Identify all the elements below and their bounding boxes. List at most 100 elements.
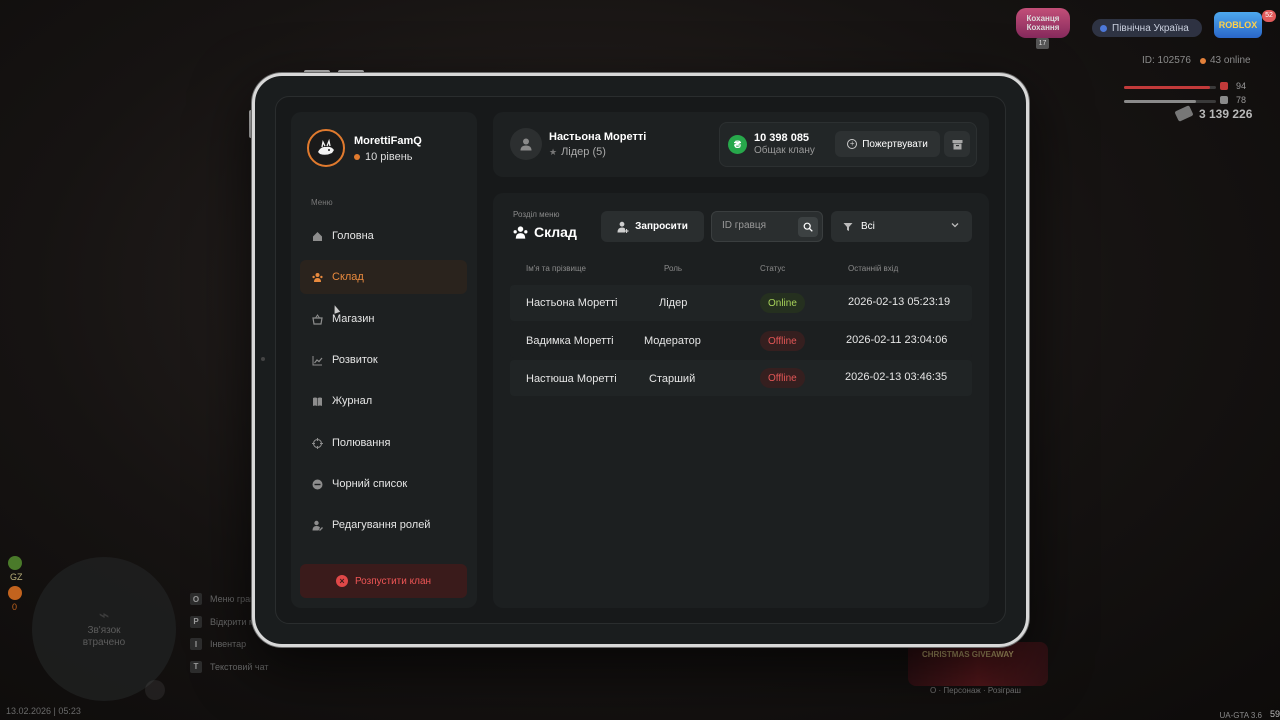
ban-icon	[312, 479, 323, 490]
column-header-role: Роль	[664, 264, 683, 273]
status-badge: Online	[760, 293, 805, 313]
sidebar-item-hunting[interactable]: Полювання	[300, 426, 467, 460]
table-row[interactable]: Настюша Моретті Старший Offline 2026-02-…	[510, 360, 972, 396]
health-bar-fill	[1124, 86, 1211, 89]
disband-clan-button[interactable]: × Розпустити клан	[300, 564, 467, 598]
donate-label: Пожертвувати	[862, 138, 928, 150]
page-title: Склад	[513, 224, 577, 240]
clan-avatar	[307, 129, 345, 167]
sidebar-item-label: Полювання	[332, 437, 391, 449]
section-caption: Розділ меню	[513, 210, 560, 219]
clan-name: MorettiFamQ	[354, 135, 422, 147]
sidebar-item-development[interactable]: Розвиток	[300, 343, 467, 377]
table-row[interactable]: Настьона Моретті Лідер Online 2026-02-13…	[510, 285, 972, 321]
archive-icon	[952, 139, 962, 149]
wanted-label: 0	[12, 602, 18, 612]
event-logo-right-badge: 52	[1262, 10, 1276, 22]
player-id-search	[711, 211, 823, 242]
sidebar-item-label: Редагування ролей	[332, 519, 431, 531]
people-icon	[513, 225, 528, 239]
event-logo-left: Коханця Кохання	[1016, 8, 1070, 38]
star-icon: ★	[549, 146, 558, 157]
money-icon	[1174, 105, 1194, 122]
basket-icon	[312, 313, 323, 325]
members-panel	[493, 193, 989, 608]
bank-amount: 10 398 085	[754, 132, 810, 144]
sidebar-item-label: Журнал	[332, 395, 373, 407]
search-input[interactable]	[722, 220, 794, 231]
sidebar-item-journal[interactable]: Журнал	[300, 384, 467, 418]
book-icon	[312, 396, 323, 407]
sidebar-item-label: Чорний список	[332, 478, 408, 490]
bank-caption: Общак клану	[754, 145, 815, 156]
home-icon	[312, 231, 323, 242]
user-name: Настьона Моретті	[549, 131, 647, 143]
server-dot-icon	[1100, 24, 1107, 32]
search-button[interactable]	[798, 217, 818, 237]
archive-button[interactable]	[944, 131, 970, 157]
menu-caption: Меню	[311, 198, 333, 207]
clan-level-text: 10 рівень	[365, 151, 413, 163]
sidebar-item-edit-roles[interactable]: Редагування ролей	[300, 508, 467, 542]
armor-bar	[1124, 100, 1216, 103]
plus-circle-icon: +	[847, 139, 858, 149]
mic-icon	[145, 680, 165, 700]
sidebar-item-shop[interactable]: Магазин	[300, 302, 467, 336]
server-name: Північна Україна	[1112, 22, 1189, 34]
column-header-status: Статус	[760, 264, 786, 273]
page-title-text: Склад	[534, 224, 577, 240]
filter-icon	[843, 222, 853, 231]
status-filter-select[interactable]: Всі	[831, 211, 972, 242]
member-name: Вадимка Моретті	[526, 335, 614, 347]
sidebar-item-label: Склад	[332, 271, 364, 283]
hud-datetime: 13.02.2026 | 05:23	[6, 706, 81, 716]
health-value: 94	[1236, 81, 1247, 91]
invite-button[interactable]: Запросити	[601, 211, 704, 242]
user-role-text: Лідер (5)	[561, 146, 606, 158]
member-role: Модератор	[644, 335, 701, 347]
invite-label: Запросити	[635, 221, 688, 232]
column-header-last-login: Останній вхід	[848, 264, 899, 273]
online-dot-icon	[1200, 57, 1206, 64]
user-edit-icon	[312, 520, 323, 531]
fps-counter: 59	[1269, 709, 1280, 719]
donate-button[interactable]: + Пожертвувати	[835, 131, 940, 157]
user-role: ★ Лідер (5)	[549, 146, 606, 158]
member-role: Старший	[649, 373, 696, 385]
close-circle-icon: ×	[335, 575, 348, 587]
hud-left-indicators: GZ 0	[8, 556, 23, 612]
search-icon	[803, 222, 813, 232]
event-banner-caption: О · Персонаж · Розіграш	[930, 686, 1021, 695]
money-value: 3 139 226	[1199, 107, 1253, 121]
server-badge: Північна Україна	[1092, 19, 1202, 37]
sidebar-item-label: Магазин	[332, 313, 375, 325]
armor-bar-fill	[1124, 100, 1196, 103]
member-role: Лідер	[659, 297, 688, 309]
chevron-down-icon	[951, 223, 959, 228]
chart-icon	[312, 355, 323, 366]
tablet-camera	[261, 357, 265, 361]
member-last-login: 2026-02-11 23:04:06	[846, 334, 948, 346]
shield-icon	[1220, 96, 1228, 104]
disband-clan-label: Розпустити клан	[354, 575, 432, 587]
table-row[interactable]: Вадимка Моретті Модератор Offline 2026-0…	[510, 322, 972, 358]
sidebar-item-warehouse[interactable]: Склад	[300, 260, 467, 294]
armor-value: 78	[1236, 95, 1247, 105]
wanted-icon	[8, 586, 22, 600]
add-user-icon	[617, 221, 629, 233]
event-banner[interactable]: CHRISTMAS GIVEAWAY	[908, 642, 1048, 686]
member-name: Настюша Моретті	[526, 373, 617, 385]
minimap-text: Зв'язок втрачено	[82, 625, 126, 648]
member-name: Настьона Моретті	[526, 297, 618, 309]
level-dot-icon	[354, 154, 360, 160]
event-logo-right: ROBLOX	[1214, 12, 1262, 38]
column-header-name: Ім'я та прізвище	[526, 264, 586, 273]
people-icon	[312, 272, 323, 283]
crosshair-icon	[312, 437, 323, 449]
sidebar-item-blacklist[interactable]: Чорний список	[300, 467, 467, 501]
sidebar-item-label: Розвиток	[332, 354, 378, 366]
hryvnia-icon: ₴	[728, 135, 747, 154]
filter-value: Всі	[861, 221, 875, 232]
sidebar-item-home[interactable]: Головна	[300, 219, 467, 253]
zone-icon	[8, 556, 22, 570]
